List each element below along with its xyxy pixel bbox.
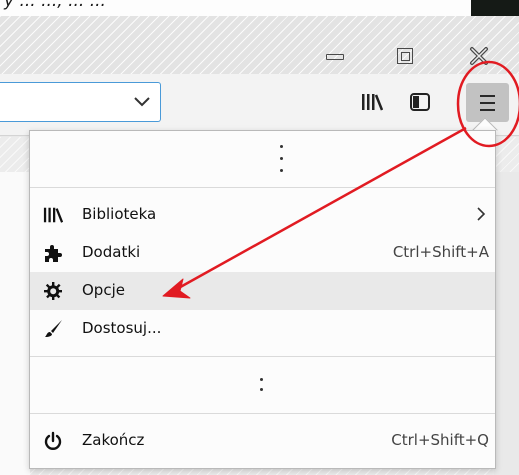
dark-corner	[471, 0, 519, 16]
cropped-page-text: y ... ..., ... ...	[4, 0, 106, 11]
menu-item-shortcut: Ctrl+Shift+A	[392, 243, 489, 261]
hamburger-menu-icon	[480, 95, 495, 97]
menu-item-label: Zakończ	[82, 431, 145, 449]
menu-item-label: Opcje	[82, 281, 125, 299]
menu-item-shortcut: Ctrl+Shift+Q	[391, 431, 489, 449]
maximize-button[interactable]	[394, 45, 416, 67]
menu-item-library[interactable]: Biblioteka	[30, 196, 495, 234]
page-content-right	[494, 172, 519, 475]
bottom-overflow-dots	[260, 374, 264, 396]
navigation-toolbar	[0, 74, 519, 136]
minimize-icon	[326, 54, 344, 60]
separator	[30, 413, 495, 414]
maximize-icon	[397, 48, 413, 64]
menu-item-label: Dostosuj...	[82, 319, 162, 337]
page-content-left	[0, 172, 30, 475]
close-button[interactable]	[468, 45, 490, 67]
paintbrush-icon	[45, 320, 62, 337]
library-button[interactable]	[361, 92, 383, 112]
menu-item-options[interactable]: Opcje	[30, 272, 495, 310]
app-menu-panel: Biblioteka Dodatki Ctrl+Shift+A Opcje Do…	[29, 130, 496, 469]
puzzle-icon	[45, 245, 62, 262]
library-icon	[43, 207, 63, 223]
menu-item-addons[interactable]: Dodatki Ctrl+Shift+A	[30, 234, 495, 272]
chevron-right-icon	[477, 207, 486, 221]
url-bar[interactable]	[0, 82, 161, 122]
menu-item-label: Dodatki	[82, 243, 141, 261]
minimize-button[interactable]	[324, 45, 346, 67]
power-icon	[44, 431, 62, 450]
top-overflow-dots	[280, 141, 284, 177]
title-bar	[0, 16, 519, 74]
library-icon	[362, 94, 383, 111]
menu-item-label: Biblioteka	[82, 205, 157, 223]
sidebar-icon	[410, 93, 430, 111]
menu-item-customize[interactable]: Dostosuj...	[30, 310, 495, 348]
separator	[30, 187, 495, 188]
chevron-down-icon[interactable]	[132, 91, 152, 111]
hamburger-menu-button[interactable]	[466, 83, 509, 122]
separator	[30, 356, 495, 357]
sidebar-button[interactable]	[409, 92, 431, 112]
close-icon	[470, 47, 488, 65]
gear-icon	[44, 282, 62, 300]
page-top-strip: y ... ..., ... ...	[0, 0, 519, 16]
menu-item-quit[interactable]: Zakończ Ctrl+Shift+Q	[30, 422, 495, 460]
